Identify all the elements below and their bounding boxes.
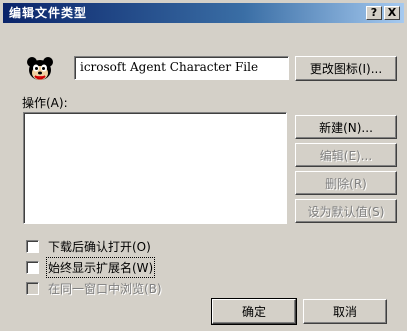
always-show-extension-label: 始终显示扩展名(W)	[45, 257, 156, 278]
always-show-extension-checkbox[interactable]	[26, 261, 39, 274]
remove-action-button[interactable]: 删除(R)	[295, 171, 397, 195]
new-action-button[interactable]: 新建(N)...	[295, 115, 397, 139]
actions-list[interactable]	[23, 112, 287, 224]
file-type-description-field[interactable]: icrosoft Agent Character File	[74, 56, 289, 80]
title-bar[interactable]: 编辑文件类型 ? X	[3, 3, 404, 23]
browse-same-window-label: 在同一窗口中浏览(B)	[48, 282, 162, 296]
file-type-description: icrosoft Agent Character File	[80, 60, 259, 74]
window-title: 编辑文件类型	[9, 6, 88, 20]
confirm-open-checkbox[interactable]	[26, 240, 39, 253]
close-button[interactable]: X	[384, 6, 400, 20]
actions-label: 操作(A):	[22, 96, 68, 110]
cancel-button[interactable]: 取消	[303, 299, 387, 324]
edit-action-button[interactable]: 编辑(E)...	[295, 143, 397, 167]
ok-button[interactable]: 确定	[211, 298, 297, 325]
browse-same-window-checkbox[interactable]	[26, 282, 39, 295]
confirm-open-label: 下载后确认打开(O)	[48, 240, 151, 254]
change-icon-button[interactable]: 更改图标(I)...	[295, 56, 397, 81]
edit-file-type-dialog: 编辑文件类型 ? X icrosoft Agent Character File…	[0, 0, 407, 331]
help-button[interactable]: ?	[366, 6, 382, 20]
set-default-button[interactable]: 设为默认值(S)	[295, 199, 397, 223]
agent-character-icon	[27, 57, 53, 80]
